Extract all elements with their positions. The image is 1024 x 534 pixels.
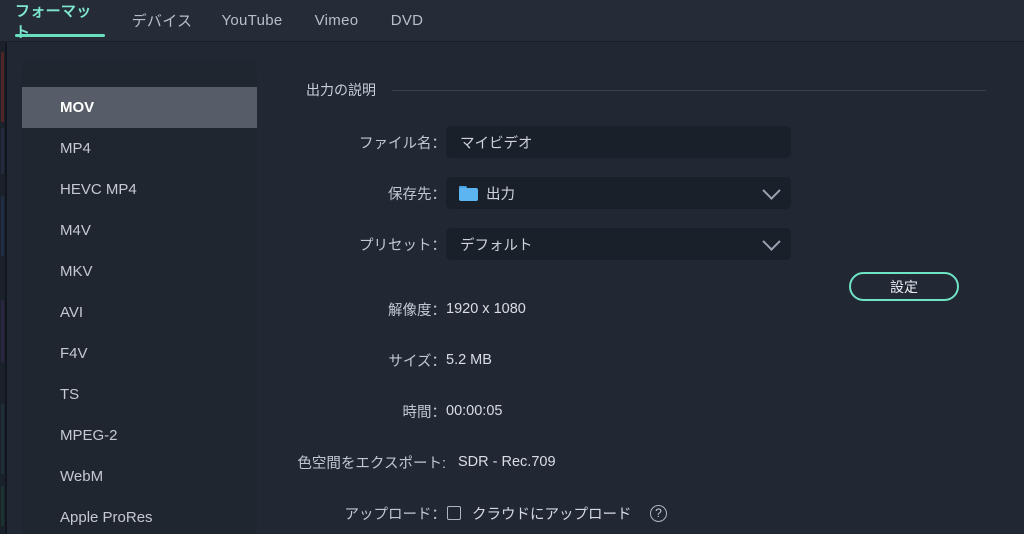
sidebar-item-avi[interactable]: AVI (22, 292, 257, 333)
edge-strip-0 (1, 52, 4, 122)
resolution-value: 1920 x 1080 (446, 301, 526, 317)
edge-strip-1 (1, 128, 4, 174)
tab-1[interactable]: デバイス (126, 0, 198, 41)
edge-strip-2 (1, 196, 4, 256)
size-value: 5.2 MB (446, 352, 492, 368)
edge-strip-4 (1, 404, 4, 474)
size-label: サイズ： (388, 353, 446, 370)
sidebar-item-m4v[interactable]: M4V (22, 210, 257, 251)
sidebar-item-mp4[interactable]: MP4 (22, 128, 257, 169)
tab-3[interactable]: Vimeo (308, 0, 365, 41)
background-timeline-strip (0, 0, 7, 534)
row-colorspace: 色空間をエクスポート: SDR - Rec.709 (257, 447, 1024, 477)
row-preset: プリセット： デフォルト (257, 228, 1024, 260)
filename-input[interactable]: マイビデオ (446, 126, 791, 158)
destination-label: 保存先： (388, 186, 446, 203)
row-destination: 保存先： 出力 (257, 177, 1024, 209)
resolution-label: 解像度： (388, 302, 446, 319)
destination-select[interactable]: 出力 (446, 177, 791, 209)
preset-value: デフォルト (460, 237, 533, 254)
preset-select[interactable]: デフォルト (446, 228, 791, 260)
section-divider (392, 89, 986, 91)
sidebar-item-mov[interactable]: MOV (22, 87, 257, 128)
row-size: サイズ： 5.2 MB (257, 345, 1024, 375)
format-tabbar: フォーマット デバイス YouTube Vimeo DVD (0, 0, 1024, 42)
section-header: 出力の説明 (306, 80, 986, 100)
row-duration: 時間： 00:00:05 (257, 396, 1024, 426)
row-filename: ファイル名： マイビデオ (257, 126, 1024, 158)
chevron-down-icon (762, 231, 781, 251)
edge-strip-3 (1, 300, 4, 362)
panel-divider (5, 0, 7, 534)
row-resolution: 解像度： 1920 x 1080 (257, 294, 1024, 324)
filename-value: マイビデオ (460, 135, 533, 152)
sidebar-item-mkv[interactable]: MKV (22, 251, 257, 292)
output-settings-pane: 出力の説明 ファイル名： マイビデオ 保存先： 出力 プリセット： デフォルト … (257, 41, 1024, 534)
help-icon[interactable]: ? (650, 504, 667, 522)
upload-to-cloud-label[interactable]: クラウドにアップロード (472, 503, 632, 524)
sidebar-item-webm[interactable]: WebM (22, 456, 257, 497)
row-upload: アップロード： クラウドにアップロード ? (257, 498, 1024, 528)
sidebar-item-ts[interactable]: TS (22, 374, 257, 415)
section-title: 出力の説明 (306, 82, 376, 98)
sidebar-item-apple-prores[interactable]: Apple ProRes (22, 497, 257, 534)
export-dialog: フォーマット デバイス YouTube Vimeo DVD MOV MP4 HEVC MP4… (0, 0, 1024, 534)
colorspace-value: SDR - Rec.709 (458, 454, 556, 470)
duration-value: 00:00:05 (446, 403, 503, 419)
destination-value: 出力 (486, 186, 515, 203)
edge-strip-5 (1, 486, 4, 526)
sidebar-item-mpeg-2[interactable]: MPEG-2 (22, 415, 257, 456)
duration-label: 時間： (402, 404, 447, 421)
sidebar-item-hevc-mp4[interactable]: HEVC MP4 (22, 169, 257, 210)
format-list-panel[interactable]: MOV MP4 HEVC MP4 M4V MKV AVI F4V TS MPEG-2 WebM Ap… (22, 60, 257, 534)
active-tab-underline (15, 34, 105, 37)
upload-to-cloud-checkbox[interactable] (447, 506, 461, 520)
folder-icon (459, 185, 478, 201)
chevron-down-icon (762, 180, 781, 200)
preset-label: プリセット： (359, 237, 446, 254)
colorspace-label: 色空間をエクスポート: (297, 455, 446, 472)
sidebar-item-f4v[interactable]: F4V (22, 333, 257, 374)
tab-2[interactable]: YouTube (215, 0, 289, 41)
filename-label: ファイル名： (359, 135, 446, 152)
upload-label: アップロード： (344, 506, 447, 523)
tab-4[interactable]: DVD (386, 0, 428, 41)
